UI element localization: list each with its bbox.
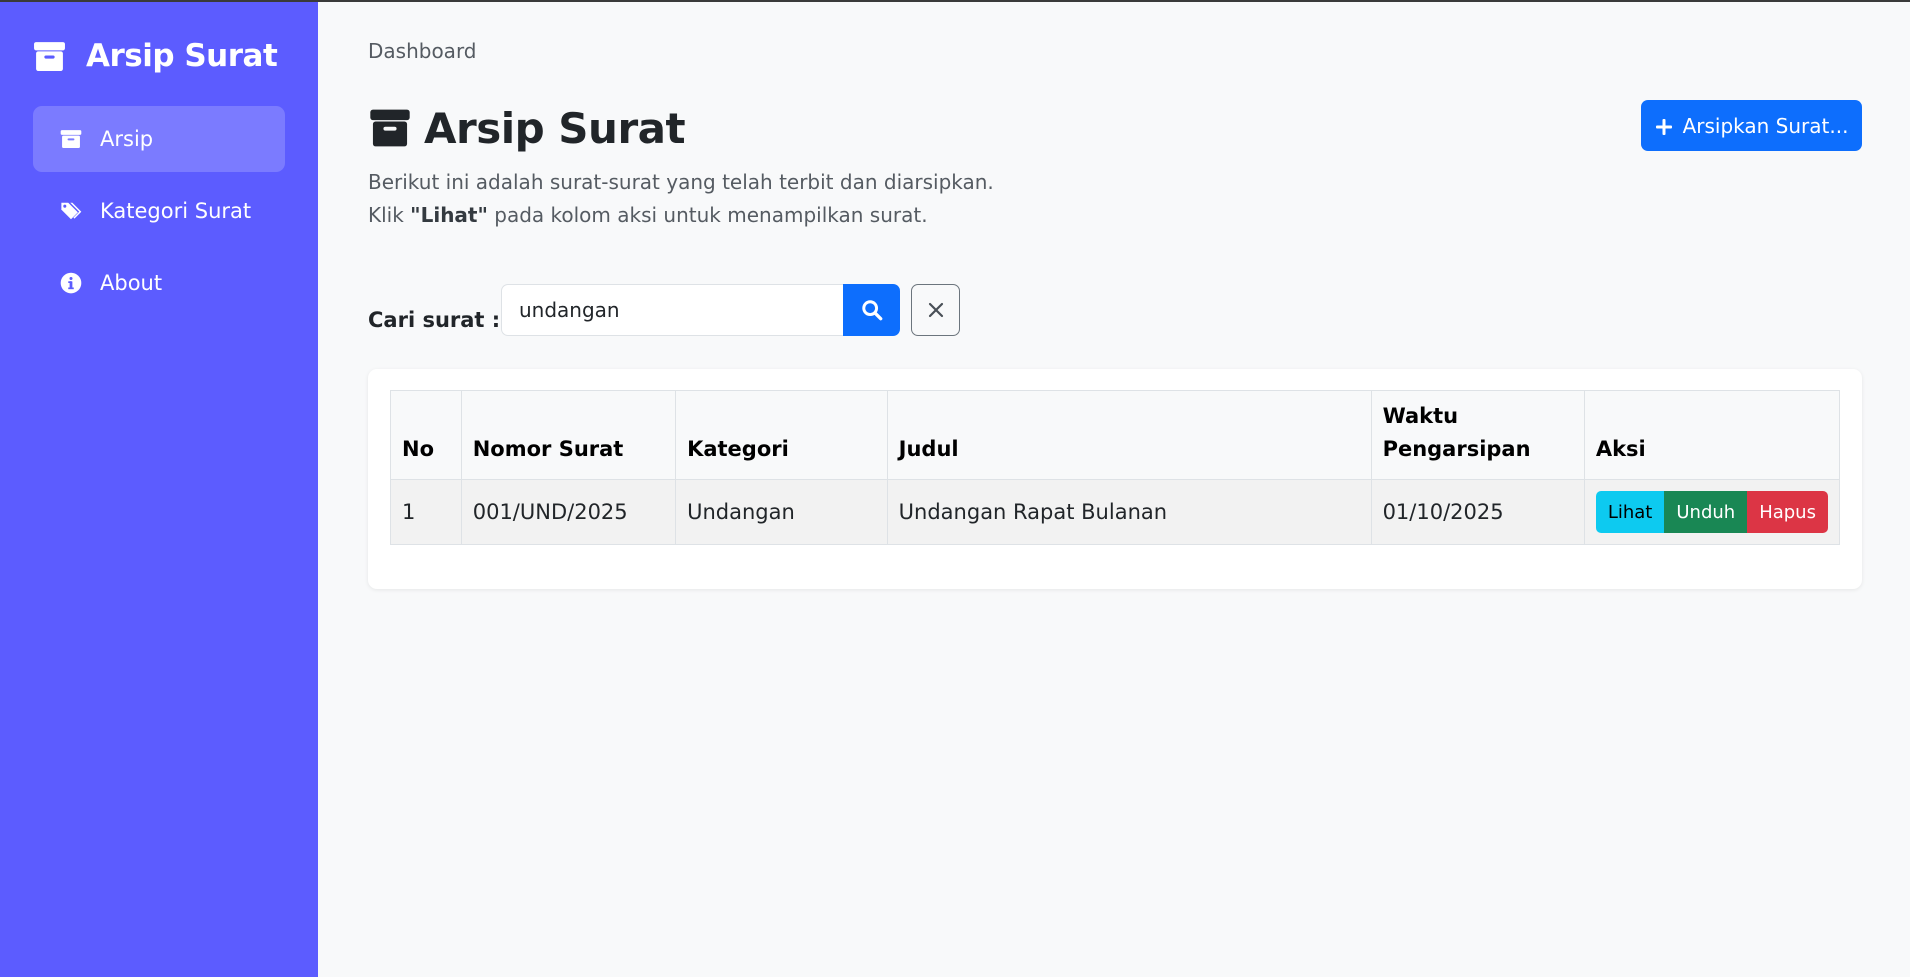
plus-icon [1655,117,1673,135]
column-header-nomor-surat: Nomor Surat [460,390,677,480]
cell-no: 1 [390,479,462,545]
sidebar-item-label: Arsip [100,127,154,151]
archive-table: No Nomor Surat Kategori Judul Waktu Peng… [390,390,1841,545]
column-header-aksi: Aksi [1583,390,1841,480]
description-bold-text: "Lihat" [410,203,488,227]
cell-kategori: Undangan [675,479,888,545]
description-line-2: Klik "Lihat" pada kolom aksi untuk menam… [368,199,994,232]
delete-button[interactable]: Hapus [1747,491,1828,533]
sidebar-item-label: Kategori Surat [100,199,252,223]
action-button-group: Lihat Unduh Hapus [1595,491,1828,533]
view-button[interactable]: Lihat [1595,491,1665,533]
search-input[interactable] [501,284,846,336]
archive-letter-button[interactable]: Arsipkan Surat... [1641,100,1862,151]
cell-waktu-pengarsipan: 01/10/2025 [1370,479,1585,545]
archive-icon [33,40,66,73]
description-text: Klik [368,203,411,227]
description-line-1: Berikut ini adalah surat-surat yang tela… [368,170,994,194]
column-header-no: No [390,390,462,480]
page-description: Berikut ini adalah surat-surat yang tela… [368,166,994,232]
breadcrumb[interactable]: Dashboard [368,39,477,63]
close-icon [928,302,944,318]
column-header-waktu-pengarsipan: Waktu Pengarsipan [1370,390,1585,480]
sidebar-item-label: About [100,271,163,295]
page-title: Arsip Surat [368,103,686,153]
cell-nomor-surat: 001/UND/2025 [460,479,677,545]
window-top-edge [0,0,1910,2]
column-header-judul: Judul [886,390,1372,480]
column-header-kategori: Kategori [675,390,888,480]
page-title-text: Arsip Surat [424,103,686,153]
brand-title: Arsip Surat [86,38,278,74]
archive-icon [368,107,412,149]
table-header-row: No Nomor Surat Kategori Judul Waktu Peng… [390,390,1841,480]
cell-judul: Undangan Rapat Bulanan [886,479,1372,545]
description-text: pada kolom aksi untuk menampilkan surat. [487,203,928,227]
archive-table-card: No Nomor Surat Kategori Judul Waktu Peng… [368,369,1862,589]
info-circle-icon [60,272,82,294]
search-icon [861,299,883,321]
sidebar-item-arsip[interactable]: Arsip [33,106,285,172]
sidebar-nav: Arsip Kategori Surat About [33,106,285,322]
cell-aksi: Lihat Unduh Hapus [1583,479,1841,545]
archive-letter-button-label: Arsipkan Surat... [1682,113,1849,138]
archive-icon [60,128,82,150]
clear-search-button[interactable] [911,284,960,336]
sidebar-brand[interactable]: Arsip Surat [33,36,278,76]
table-row: 1 001/UND/2025 Undangan Undangan Rapat B… [390,479,1841,545]
search-button[interactable] [843,284,900,336]
search-label: Cari surat : [368,308,501,332]
sidebar: Arsip Surat Arsip Kategori Surat About [0,0,318,977]
sidebar-item-kategori-surat[interactable]: Kategori Surat [33,178,285,244]
tags-icon [60,200,82,222]
sidebar-item-about[interactable]: About [33,250,285,316]
main-content: Dashboard Arsip Surat Berikut ini adalah… [318,0,1910,977]
download-button[interactable]: Unduh [1664,491,1748,533]
